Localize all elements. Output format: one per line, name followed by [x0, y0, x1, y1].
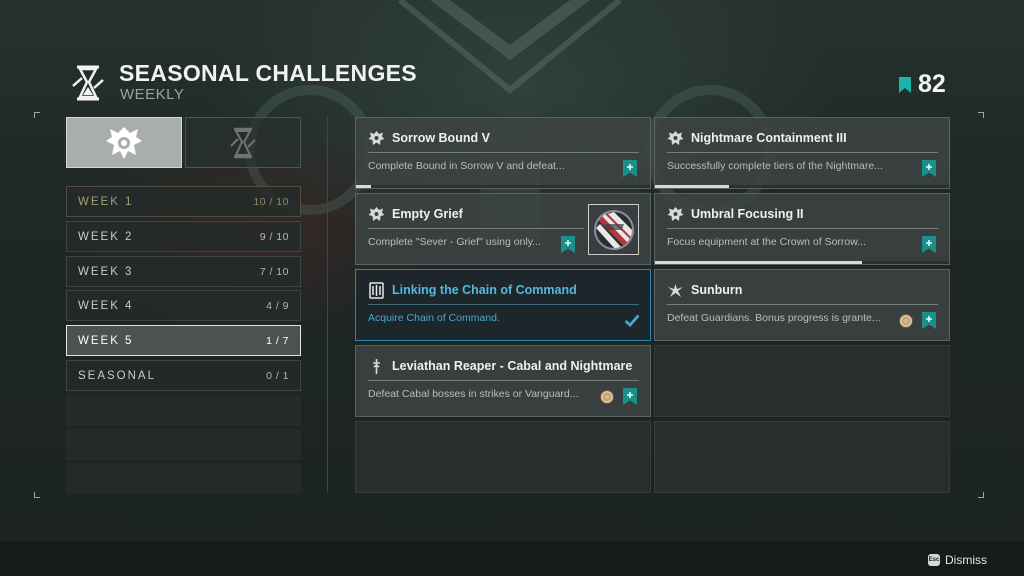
challenge-description: Complete "Sever - Grief" using only... [368, 236, 541, 248]
week-label: WEEK 5 [78, 334, 134, 347]
divider [368, 152, 639, 153]
bookmark-reward-icon [623, 388, 637, 405]
bookmark-icon [899, 76, 911, 93]
medal-icon [899, 314, 913, 328]
hourglass-icon [230, 127, 256, 158]
challenge-description: Defeat Guardians. Bonus progress is gran… [667, 312, 881, 324]
empty-challenge-slot [654, 421, 950, 493]
week-5-item[interactable]: WEEK 5 1 / 7 [66, 325, 301, 356]
week-label: WEEK 2 [78, 230, 134, 243]
challenge-title: Leviathan Reaper - Cabal and Nightmare..… [392, 359, 632, 373]
week-2-item[interactable]: WEEK 2 9 / 10 [66, 221, 301, 252]
challenge-card[interactable]: Leviathan Reaper - Cabal and Nightmare..… [355, 345, 651, 417]
week-4-item[interactable]: WEEK 4 4 / 9 [66, 290, 301, 321]
winged-emblem-icon [668, 284, 683, 297]
empty-challenge-slot [355, 421, 651, 493]
bookmark-reward-icon [623, 160, 637, 177]
empty-week-slot [66, 395, 301, 426]
challenge-card[interactable]: Sorrow Bound V Complete Bound in Sorrow … [355, 117, 651, 189]
empty-week-slot [66, 463, 301, 494]
striped-shader-icon[interactable] [588, 204, 639, 255]
divider [368, 228, 584, 229]
week-count: 7 / 10 [259, 265, 289, 278]
seasonal-item[interactable]: SEASONAL 0 / 1 [66, 360, 301, 391]
progress-fill [655, 261, 863, 264]
divider [368, 380, 639, 381]
week-count: 1 / 7 [266, 334, 289, 347]
week-label: SEASONAL [78, 369, 156, 382]
checkmark-icon [624, 314, 640, 327]
empty-challenge-slot [654, 345, 950, 417]
crest-icon [368, 207, 385, 221]
challenge-title: Nightmare Containment III [691, 131, 847, 145]
frame-corner [978, 492, 984, 498]
divider [667, 152, 938, 153]
bookmark-reward-icon [922, 160, 936, 177]
challenge-card[interactable]: Sunburn Defeat Guardians. Bonus progress… [654, 269, 950, 341]
crest-icon [667, 131, 684, 145]
season-emblem-icon [106, 126, 142, 159]
crest-icon [667, 207, 684, 221]
frame-corner [34, 492, 40, 498]
shield-icon [369, 282, 384, 299]
week-count: 0 / 1 [266, 369, 289, 382]
week-label: WEEK 3 [78, 265, 134, 278]
score-value: 82 [918, 70, 946, 98]
challenge-card-selected[interactable]: Linking the Chain of Command Acquire Cha… [355, 269, 651, 341]
bookmark-reward-icon [922, 312, 936, 329]
dagger-icon [373, 359, 380, 374]
progress-fill [655, 185, 729, 188]
challenge-description: Focus equipment at the Crown of Sorrow..… [667, 236, 867, 248]
divider [368, 304, 639, 305]
challenge-title: Linking the Chain of Command [392, 283, 577, 297]
week-1-item[interactable]: WEEK 1 10 / 10 [66, 186, 301, 217]
challenge-title: Sunburn [691, 283, 743, 297]
dismiss-button[interactable]: Esc Dismiss [928, 553, 987, 567]
column-divider [327, 117, 328, 493]
week-3-item[interactable]: WEEK 3 7 / 10 [66, 256, 301, 287]
challenge-card[interactable]: Nightmare Containment III Successfully c… [654, 117, 950, 189]
empty-week-slot [66, 429, 301, 460]
frame-corner [978, 112, 984, 118]
bookmark-reward-icon [561, 236, 575, 253]
footer-bar [0, 542, 1024, 576]
bookmark-reward-icon [922, 236, 936, 253]
week-count: 10 / 10 [253, 195, 289, 208]
seasonal-emblem-tab[interactable] [66, 117, 182, 168]
challenge-card[interactable]: Umbral Focusing II Focus equipment at th… [654, 193, 950, 265]
week-count: 9 / 10 [259, 230, 289, 243]
challenge-description: Acquire Chain of Command. [368, 312, 500, 324]
week-count: 4 / 9 [266, 299, 289, 312]
crest-icon [368, 131, 385, 145]
shader-orb-icon [593, 209, 634, 250]
esc-key-icon: Esc [928, 554, 940, 566]
challenge-description: Defeat Cabal bosses in strikes or Vangua… [368, 388, 579, 400]
challenge-title: Umbral Focusing II [691, 207, 804, 221]
challenge-progress-bar [655, 261, 949, 264]
challenge-progress-bar [655, 185, 949, 188]
dismiss-label: Dismiss [945, 553, 987, 567]
medal-icon [600, 390, 614, 404]
week-label: WEEK 4 [78, 299, 134, 312]
page-subtitle: WEEKLY [120, 86, 185, 103]
bright-engram-score: 82 [898, 70, 946, 99]
challenge-card[interactable]: Empty Grief Complete "Sever - Grief" usi… [355, 193, 651, 265]
challenge-title: Sorrow Bound V [392, 131, 490, 145]
challenge-description: Successfully complete tiers of the Night… [667, 160, 883, 172]
page-title: SEASONAL CHALLENGES [119, 60, 417, 86]
hourglass-icon [72, 65, 104, 101]
frame-corner [34, 112, 40, 118]
progress-fill [356, 185, 371, 188]
challenge-progress-bar [356, 185, 650, 188]
hourglass-tab[interactable] [185, 117, 301, 168]
divider [667, 228, 938, 229]
divider [667, 304, 938, 305]
challenge-description: Complete Bound in Sorrow V and defeat... [368, 160, 565, 172]
week-label: WEEK 1 [78, 195, 134, 208]
